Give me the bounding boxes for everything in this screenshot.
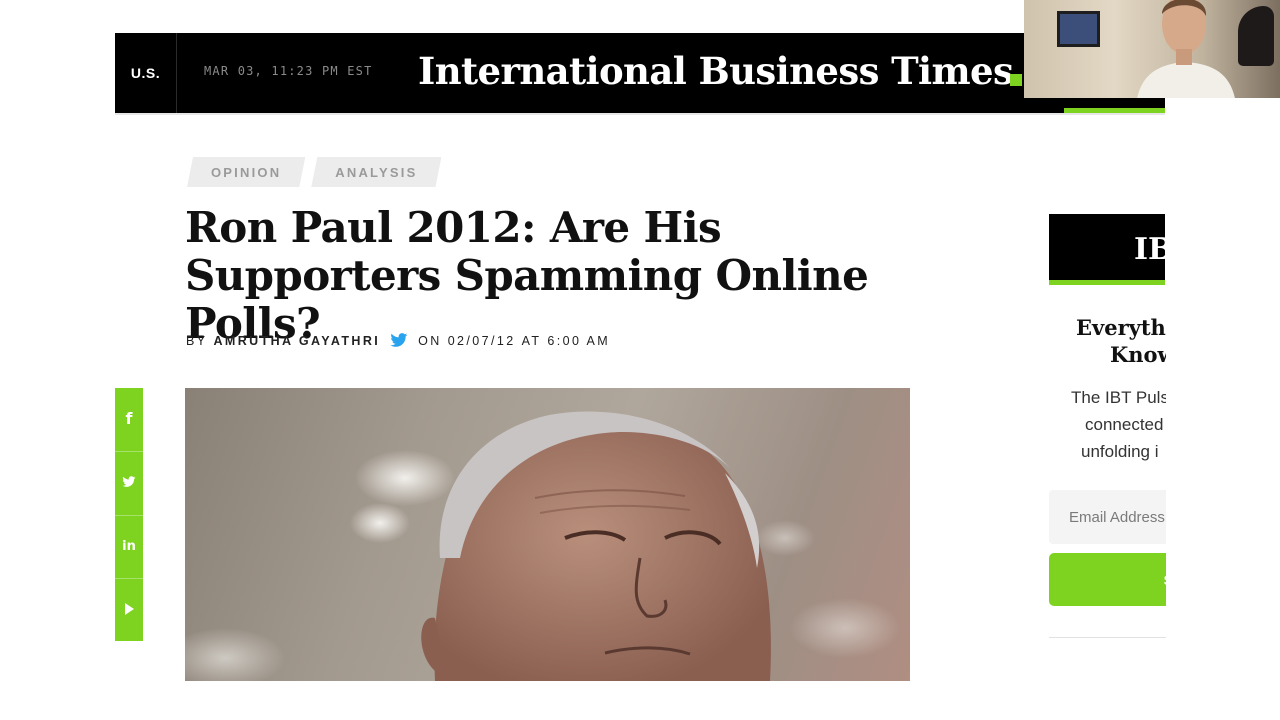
email-field[interactable] xyxy=(1049,490,1166,544)
newsletter-title-line: Know xyxy=(1110,342,1166,367)
article-tags: OPINION ANALYSIS xyxy=(187,157,441,187)
newsletter-desc-line: unfolding i xyxy=(1081,442,1159,461)
newsletter-logo: IBT xyxy=(1049,214,1165,280)
facebook-share-button[interactable]: f xyxy=(115,388,143,448)
twitter-icon xyxy=(122,476,136,487)
presenter-hair xyxy=(1238,6,1274,66)
site-logo[interactable]: International Business Times xyxy=(418,49,1014,93)
twitter-share-button[interactable] xyxy=(115,452,143,512)
newsletter-signup: Everythi Know The IBT Puls connected unf… xyxy=(1049,300,1166,680)
presenter-image xyxy=(1137,0,1235,98)
site-header: U.S. MAR 03, 11:23 PM EST International … xyxy=(115,33,1165,113)
header-divider xyxy=(115,113,1165,115)
share-arrow-icon xyxy=(125,603,134,615)
byline-author-link[interactable]: AMRUTHA GAYATHRI xyxy=(213,334,380,348)
photo-illustration xyxy=(185,411,900,681)
byline: BY AMRUTHA GAYATHRI ON 02/07/12 AT 6:00 … xyxy=(186,333,610,348)
newsletter-logo-text: IBT xyxy=(1134,232,1165,267)
tag-analysis[interactable]: ANALYSIS xyxy=(311,157,441,187)
newsletter-accent-bar xyxy=(1049,280,1165,285)
byline-time: 6:00 AM xyxy=(547,333,611,348)
article-headline: Ron Paul 2012: Are His Supporters Spammi… xyxy=(185,203,869,348)
linkedin-icon: in xyxy=(122,538,136,554)
webcam-overlay xyxy=(1024,0,1280,98)
newsletter-title: Everythi Know xyxy=(1076,314,1166,368)
byline-by-label: BY xyxy=(186,333,208,348)
newsletter-title-line: Everythi xyxy=(1076,315,1166,340)
byline-on-label: ON xyxy=(418,333,442,348)
tag-opinion[interactable]: OPINION xyxy=(187,157,305,187)
byline-date: 02/07/12 xyxy=(447,333,516,348)
share-rail: f in xyxy=(115,388,143,641)
edition-selector[interactable]: U.S. xyxy=(115,33,177,113)
newsletter-desc-line: connected xyxy=(1085,415,1164,434)
byline-at-label: AT xyxy=(521,333,542,348)
header-datestamp: MAR 03, 11:23 PM EST xyxy=(204,64,373,78)
article-photo xyxy=(185,388,910,681)
newsletter-desc-line: The IBT Puls xyxy=(1071,388,1166,407)
share-more-button[interactable] xyxy=(115,579,143,639)
linkedin-share-button[interactable]: in xyxy=(115,516,143,576)
newsletter-description: The IBT Puls connected unfolding i xyxy=(1071,384,1166,465)
logo-dot xyxy=(1010,74,1022,86)
newsletter-divider xyxy=(1049,637,1166,638)
subscribe-button[interactable]: S xyxy=(1049,553,1166,606)
facebook-icon: f xyxy=(125,408,133,428)
wall-picture xyxy=(1057,11,1100,47)
twitter-icon[interactable] xyxy=(390,333,408,348)
